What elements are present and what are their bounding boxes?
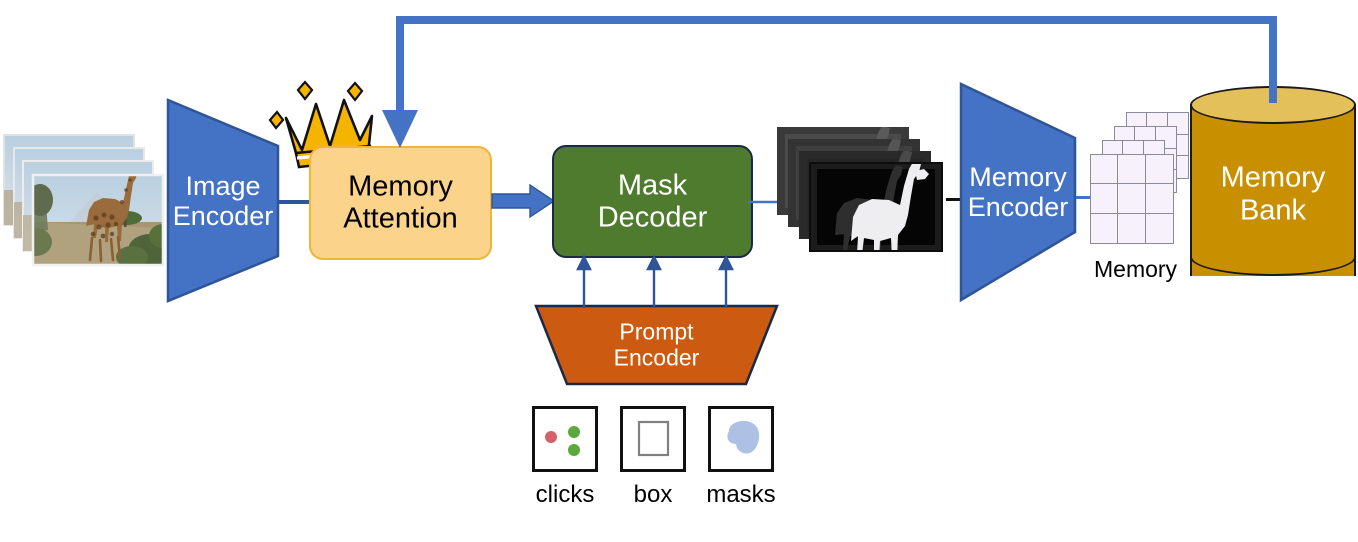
box-icon-svg <box>637 420 670 457</box>
prompt-arrows-svg <box>576 254 734 308</box>
diagram-canvas: Image Encoder Memory Attention Mask Deco… <box>0 0 1358 542</box>
prompt-encoder-block[interactable]: Prompt Encoder <box>534 304 779 386</box>
connector-memory-attention-to-mask-decoder <box>491 183 556 219</box>
image-encoder-block[interactable]: Image Encoder <box>160 98 286 303</box>
positive-click-dot-1 <box>568 426 580 438</box>
memory-label: Memory <box>1094 256 1178 282</box>
mask-decoder-label: Mask Decoder <box>597 169 708 234</box>
memory-attention-label: Memory Attention <box>343 170 458 235</box>
masks-icon-svg <box>727 420 760 454</box>
image-encoder-shape <box>166 98 280 303</box>
masks-icon[interactable] <box>708 406 774 472</box>
input-frames-svg <box>3 134 165 267</box>
connector-prompt-arrows <box>576 254 734 308</box>
mask-decoder-block[interactable]: Mask Decoder <box>552 145 753 258</box>
connector-memory-bank-feedback <box>382 8 1292 153</box>
connector-image-encoder-to-memory-attention <box>279 200 313 204</box>
memory-attention-block[interactable]: Memory Attention <box>309 146 492 260</box>
prompt-encoder-shape <box>534 304 779 386</box>
box-icon[interactable] <box>620 406 686 472</box>
clicks-icon[interactable] <box>532 406 598 472</box>
memory-sheet-1 <box>1090 154 1174 244</box>
negative-click-dot <box>545 431 557 443</box>
block-arrow-svg <box>491 183 556 219</box>
clicks-icon-svg <box>545 426 580 456</box>
input-frame-stack <box>0 130 170 270</box>
masks-caption: masks <box>706 481 776 508</box>
feedback-arrow-svg <box>382 16 1277 148</box>
positive-click-dot-2 <box>568 444 580 456</box>
